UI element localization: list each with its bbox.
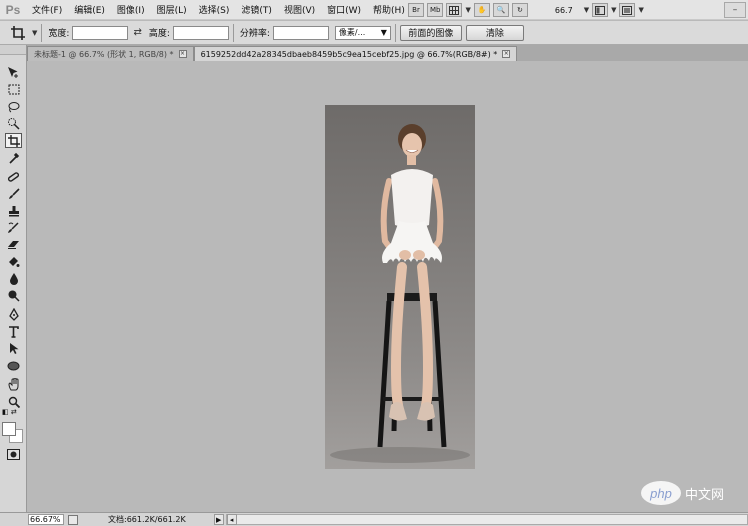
width-input[interactable] bbox=[72, 25, 129, 40]
close-icon[interactable]: × bbox=[178, 50, 187, 58]
foreground-color-swatch[interactable] bbox=[2, 422, 16, 436]
screen-mode-button[interactable] bbox=[619, 3, 636, 17]
pen-icon[interactable] bbox=[5, 307, 22, 322]
quick-select-icon[interactable] bbox=[5, 116, 22, 131]
view-extras-button[interactable] bbox=[446, 3, 463, 17]
status-menu-arrow-icon[interactable]: ▶ bbox=[213, 514, 224, 525]
divider bbox=[394, 23, 396, 42]
bridge-button[interactable]: Br bbox=[408, 3, 424, 17]
height-input[interactable] bbox=[172, 25, 229, 40]
photoshop-logo: Ps bbox=[5, 2, 21, 17]
divider bbox=[232, 23, 234, 42]
scroll-left-icon[interactable]: ◂ bbox=[226, 514, 237, 525]
toolbox: ◧ ⇄ bbox=[0, 45, 27, 512]
menu-help[interactable]: 帮助(H) bbox=[367, 3, 411, 16]
tool-preset-picker[interactable] bbox=[4, 23, 32, 43]
zoom-percentage-field[interactable]: 66.67% bbox=[28, 514, 64, 525]
arrange-documents-button[interactable] bbox=[592, 3, 609, 17]
zoom-tool-icon[interactable] bbox=[5, 394, 22, 409]
document-photo[interactable] bbox=[325, 105, 475, 469]
resolution-unit-value: 像素/... bbox=[338, 28, 366, 37]
window-controls: – bbox=[724, 0, 748, 20]
hand-icon[interactable] bbox=[5, 377, 22, 392]
eraser-icon[interactable] bbox=[5, 237, 22, 252]
menu-image[interactable]: 图像(I) bbox=[111, 3, 151, 16]
zoom-level[interactable]: 66.7 bbox=[555, 6, 573, 15]
tab-title: 未标题-1 @ 66.7% (形状 1, RGB/8) * bbox=[34, 49, 174, 59]
document-tab-bar: 未标题-1 @ 66.7% (形状 1, RGB/8) * × 6159252d… bbox=[27, 45, 748, 61]
app-bar-controls: Br Mb ▼ ✋ 🔍 ↻ 66.7 ▼ ▼ ▼ bbox=[408, 0, 644, 20]
document-tab-photo[interactable]: 6159252dd42a28345dbaeb8459b5c9ea15cebf25… bbox=[193, 46, 518, 61]
eyedropper-icon[interactable] bbox=[5, 150, 22, 165]
path-select-icon[interactable] bbox=[5, 341, 22, 356]
blur-icon[interactable] bbox=[5, 271, 22, 286]
crop-icon bbox=[11, 25, 25, 40]
mini-bridge-button[interactable]: Mb bbox=[427, 3, 444, 17]
minimize-button[interactable]: – bbox=[724, 2, 746, 18]
document-tab-untitled[interactable]: 未标题-1 @ 66.7% (形状 1, RGB/8) * × bbox=[27, 46, 194, 61]
status-info-icon[interactable] bbox=[68, 514, 78, 525]
watermark-logo: php bbox=[641, 481, 681, 505]
menu-layer[interactable]: 图层(L) bbox=[151, 3, 193, 16]
chevron-down-icon[interactable]: ▼ bbox=[611, 6, 616, 14]
marquee-tool-icon[interactable] bbox=[5, 82, 22, 97]
grid-icon bbox=[449, 5, 460, 15]
divider bbox=[41, 23, 43, 42]
tab-title: 6159252dd42a28345dbaeb8459b5c9ea15cebf25… bbox=[200, 49, 498, 59]
close-icon[interactable]: × bbox=[502, 50, 511, 58]
canvas-area[interactable] bbox=[27, 61, 748, 512]
width-label: 宽度: bbox=[48, 29, 70, 39]
dodge-icon[interactable] bbox=[5, 288, 22, 303]
height-label: 高度: bbox=[148, 29, 170, 39]
menu-filter[interactable]: 滤镜(T) bbox=[235, 3, 278, 16]
chevron-down-icon[interactable]: ▼ bbox=[465, 6, 470, 14]
hand-button[interactable]: ✋ bbox=[473, 3, 490, 17]
toolbox-header[interactable] bbox=[0, 45, 26, 55]
chevron-down-icon: ▼ bbox=[380, 28, 387, 37]
screen-mode-icon bbox=[622, 5, 633, 15]
default-colors-icon[interactable]: ◧ ⇄ bbox=[2, 408, 17, 416]
resolution-unit-select[interactable]: 像素/... ▼ bbox=[334, 25, 391, 40]
clone-stamp-icon[interactable] bbox=[5, 203, 22, 218]
type-icon[interactable] bbox=[5, 324, 22, 339]
paint-bucket-icon[interactable] bbox=[5, 254, 22, 269]
zoom-dropdown-icon[interactable]: ▼ bbox=[584, 6, 589, 14]
swap-icon[interactable]: ⇄ bbox=[133, 27, 141, 38]
menu-edit[interactable]: 编辑(E) bbox=[68, 3, 111, 16]
lasso-tool-icon[interactable] bbox=[5, 99, 22, 114]
move-tool-icon[interactable] bbox=[5, 65, 22, 80]
status-bar: 66.67% 文档:661.2K/661.2K ▶ ◂ bbox=[0, 512, 748, 526]
resolution-input[interactable] bbox=[272, 25, 329, 40]
options-bar: ▼ 宽度: ⇄ 高度: 分辨率: 像素/... ▼ 前面的图像 清除 bbox=[0, 21, 748, 45]
brush-icon[interactable] bbox=[5, 186, 22, 201]
ellipse-icon[interactable] bbox=[5, 358, 22, 373]
front-image-button[interactable]: 前面的图像 bbox=[399, 24, 462, 41]
clear-button[interactable]: 清除 bbox=[465, 24, 524, 41]
horizontal-scrollbar[interactable]: ◂ bbox=[225, 514, 748, 525]
menu-file[interactable]: 文件(F) bbox=[26, 3, 68, 16]
quick-mask-icon[interactable] bbox=[5, 447, 22, 462]
rotate-view-button[interactable]: ↻ bbox=[511, 3, 528, 17]
chevron-down-icon[interactable]: ▼ bbox=[638, 6, 643, 14]
menu-view[interactable]: 视图(V) bbox=[278, 3, 321, 16]
crop-tool-icon[interactable] bbox=[5, 133, 22, 148]
menu-select[interactable]: 选择(S) bbox=[193, 3, 236, 16]
healing-brush-icon[interactable] bbox=[5, 169, 22, 184]
chevron-down-icon[interactable]: ▼ bbox=[32, 29, 37, 37]
document-size-info: 文档:661.2K/661.2K bbox=[108, 515, 186, 524]
resolution-label: 分辨率: bbox=[239, 29, 270, 39]
menu-bar: Ps 文件(F) 编辑(E) 图像(I) 图层(L) 选择(S) 滤镜(T) 视… bbox=[0, 0, 748, 20]
watermark: php 中文网 bbox=[641, 481, 724, 505]
menu-window[interactable]: 窗口(W) bbox=[321, 3, 367, 16]
arrange-icon bbox=[595, 5, 606, 15]
zoom-button[interactable]: 🔍 bbox=[492, 3, 509, 17]
photo-illustration bbox=[330, 124, 470, 463]
watermark-text: 中文网 bbox=[685, 487, 725, 503]
history-brush-icon[interactable] bbox=[5, 220, 22, 235]
